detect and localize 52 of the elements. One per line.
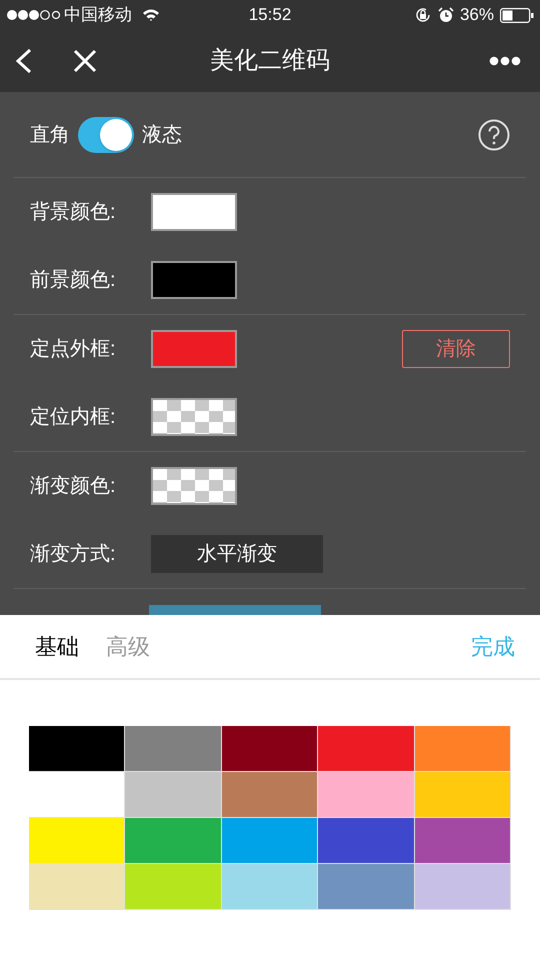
gradient-select[interactable]: 水平渐变 bbox=[151, 535, 323, 573]
wifi-icon bbox=[142, 8, 160, 22]
field-label: 背景颜色: bbox=[30, 200, 117, 225]
carrier-name: 中国移动 bbox=[64, 4, 132, 26]
palette-color[interactable] bbox=[414, 772, 511, 818]
palette-color[interactable] bbox=[318, 864, 415, 910]
palette-color[interactable] bbox=[125, 726, 222, 772]
palette-color[interactable] bbox=[125, 864, 222, 910]
signal-icon bbox=[6, 9, 60, 21]
toggle-label: 液态 bbox=[142, 122, 182, 148]
palette-color[interactable] bbox=[318, 726, 415, 772]
field-label: 定位内框: bbox=[30, 405, 117, 430]
style-toggle[interactable] bbox=[78, 116, 134, 152]
color-swatch[interactable] bbox=[151, 330, 237, 368]
toggle-label: 直角 bbox=[30, 122, 70, 148]
palette-color[interactable] bbox=[29, 864, 126, 910]
palette-color[interactable] bbox=[222, 726, 318, 772]
alarm-icon bbox=[438, 7, 454, 23]
palette-color[interactable] bbox=[29, 818, 126, 864]
palette-color[interactable] bbox=[318, 818, 415, 864]
clock-time: 15:52 bbox=[248, 4, 292, 26]
palette-color[interactable] bbox=[222, 772, 318, 818]
field-label: 渐变方式: bbox=[30, 542, 117, 567]
more-icon[interactable] bbox=[489, 56, 521, 66]
picker-tab[interactable]: 高级 bbox=[106, 630, 150, 663]
palette-color[interactable] bbox=[29, 772, 126, 818]
palette-color[interactable] bbox=[125, 818, 222, 864]
transparent-swatch[interactable] bbox=[151, 467, 237, 505]
palette-color[interactable] bbox=[125, 772, 222, 818]
field-label: 前景颜色: bbox=[30, 268, 117, 293]
palette-color[interactable] bbox=[222, 864, 318, 910]
battery-percent: 36% bbox=[460, 4, 494, 26]
palette-color[interactable] bbox=[414, 864, 511, 910]
field-label: 定点外框: bbox=[30, 337, 117, 362]
palette-color[interactable] bbox=[414, 818, 511, 864]
picker-tab[interactable]: 基础 bbox=[35, 630, 79, 663]
palette-color[interactable] bbox=[29, 726, 126, 772]
rotation-lock-icon bbox=[414, 6, 432, 24]
palette-color[interactable] bbox=[222, 818, 318, 864]
help-icon[interactable] bbox=[478, 118, 510, 150]
back-icon[interactable] bbox=[15, 48, 33, 74]
done-button[interactable]: 完成 bbox=[471, 630, 515, 663]
clear-button[interactable]: 清除 bbox=[402, 330, 510, 368]
battery-icon bbox=[500, 8, 534, 22]
color-swatch[interactable] bbox=[151, 193, 237, 231]
field-label: 渐变颜色: bbox=[30, 474, 117, 499]
palette-color[interactable] bbox=[414, 726, 511, 772]
page-title: 美化二维码 bbox=[210, 46, 330, 76]
color-swatch[interactable] bbox=[151, 261, 237, 299]
transparent-swatch[interactable] bbox=[151, 398, 237, 436]
close-icon[interactable] bbox=[73, 49, 97, 73]
palette-color[interactable] bbox=[318, 772, 415, 818]
